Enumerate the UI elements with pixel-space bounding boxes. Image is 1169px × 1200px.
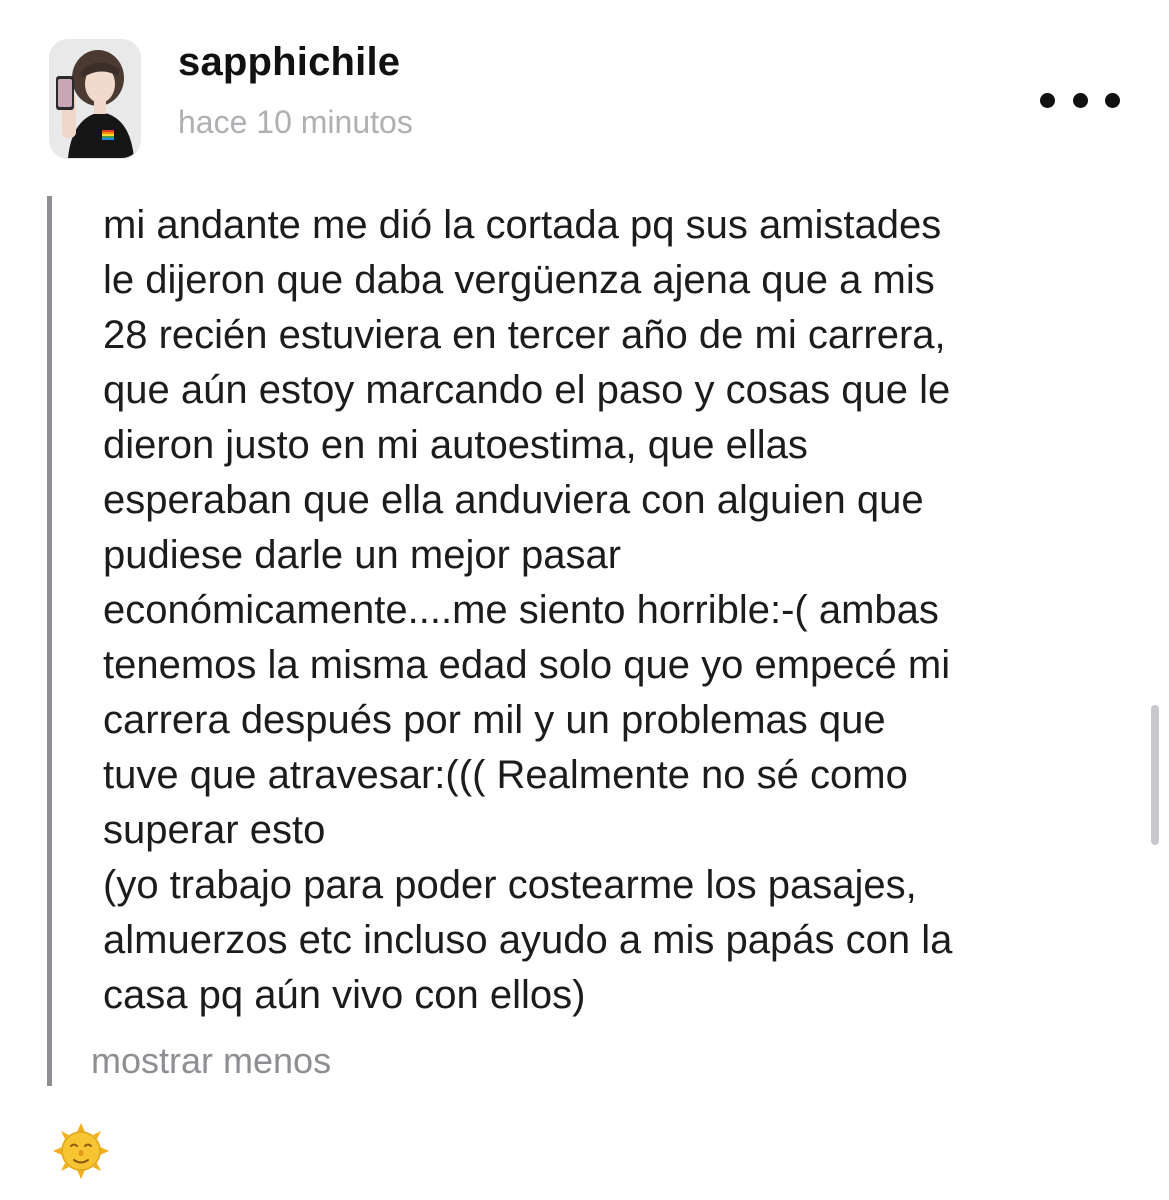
post-text-line: almuerzos etc incluso ayudo a mis papás … bbox=[103, 918, 953, 962]
post-text-line: superar esto bbox=[103, 808, 326, 852]
more-horizontal-icon bbox=[1040, 92, 1055, 108]
post-text-line: pudiese darle un mejor pasar bbox=[103, 533, 622, 577]
post-text-line: dieron justo en mi autoestima, que ellas bbox=[103, 423, 808, 467]
more-horizontal-icon-dot bbox=[1105, 92, 1120, 108]
post-text-line: (yo trabajo para poder costearme los pas… bbox=[103, 863, 917, 907]
post-text-line: tuve que atravesar:((( Realmente no sé c… bbox=[103, 753, 908, 797]
avatar[interactable] bbox=[50, 40, 140, 158]
post-text-line: tenemos la misma edad solo que yo empecé… bbox=[103, 643, 951, 687]
post-timestamp: hace 10 minutos bbox=[178, 104, 413, 140]
show-less-button[interactable]: mostrar menos bbox=[91, 1040, 331, 1082]
more-horizontal-icon-dot bbox=[1072, 92, 1088, 108]
post-text-line: le dijeron que daba vergüenza ajena que … bbox=[103, 258, 935, 302]
post-text-line: esperaban que ella anduviera con alguien… bbox=[103, 478, 924, 522]
quote-bar bbox=[47, 196, 52, 1086]
scrollbar-thumb[interactable] bbox=[1151, 705, 1159, 845]
post-text-line: mi andante me dió la cortada pq sus amis… bbox=[103, 203, 942, 247]
post-text-line: carrera después por mil y un problemas q… bbox=[103, 698, 886, 742]
sun-with-face-icon bbox=[53, 1123, 109, 1179]
post-text-line: que aún estoy marcando el paso y cosas q… bbox=[103, 368, 951, 412]
post-text-line: económicamente....me siento horrible:-( … bbox=[103, 588, 939, 632]
post-text-line: 28 recién estuviera en tercer año de mi … bbox=[103, 313, 946, 357]
username[interactable]: sapphichile bbox=[178, 40, 400, 85]
reaction-button[interactable] bbox=[52, 1122, 110, 1180]
avatar-photo bbox=[50, 40, 140, 158]
post-body: mi andante me dió la cortada pq sus amis… bbox=[103, 198, 1133, 1023]
post-text-line: casa pq aún vivo con ellos) bbox=[103, 973, 586, 1017]
more-options-button[interactable] bbox=[1040, 84, 1120, 116]
